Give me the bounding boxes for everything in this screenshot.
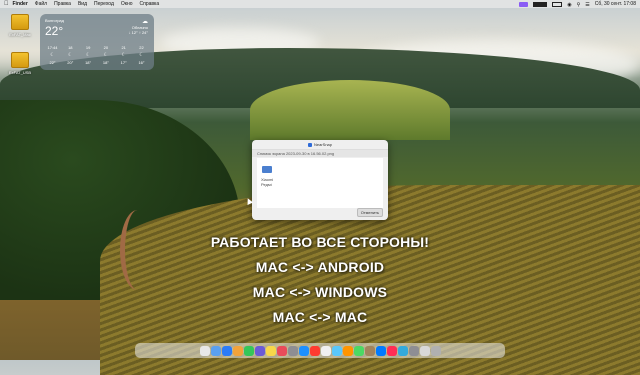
moon-icon: ☾ xyxy=(68,52,73,58)
menu-edit[interactable]: Правка xyxy=(54,1,71,7)
dock-app-icon[interactable] xyxy=(243,345,254,356)
dock-app-icon[interactable] xyxy=(364,345,375,356)
weather-hour: 19 ☾ 18° xyxy=(80,45,97,65)
dock-app-icon[interactable] xyxy=(419,345,430,356)
hour-time: 18 xyxy=(68,45,73,50)
dock-app-icon[interactable] xyxy=(331,345,342,356)
dock-app-icon[interactable] xyxy=(199,345,210,356)
hour-temp: 16° xyxy=(138,60,145,65)
caption-line: РАБОТАЕТ ВО ВСЕ СТОРОНЫ! xyxy=(210,234,430,250)
control-center-icon[interactable]: ☰ xyxy=(585,2,589,8)
weather-hour: 21 ☾ 17° xyxy=(115,45,132,65)
apple-menu-icon[interactable]:  xyxy=(4,1,9,7)
weather-hour: 22 ☾ 16° xyxy=(133,45,150,65)
dock-app-icon[interactable] xyxy=(408,345,419,356)
weather-hour: 20 ☾ 18° xyxy=(97,45,114,65)
green-hill xyxy=(250,80,450,140)
cancel-button[interactable]: Отменить xyxy=(356,208,383,217)
dock-app-icon[interactable] xyxy=(353,345,364,356)
hour-temp: 18° xyxy=(102,60,109,65)
drive-icon xyxy=(11,14,29,30)
moon-icon: ☾ xyxy=(103,52,109,58)
hour-temp: 20° xyxy=(67,60,74,65)
cloud-icon: ☁ xyxy=(142,19,148,25)
menubar-clock[interactable]: Сб, 30 сент. 17:08 xyxy=(595,1,636,7)
dirt-road xyxy=(120,210,155,290)
weather-condition: ☁ Облачно ↓ 12° ↑ 24° xyxy=(129,18,148,35)
moon-icon: ☾ xyxy=(121,52,126,58)
desktop-drive-exfat-mac[interactable]: ExFAT_Mac xyxy=(2,14,38,37)
menu-help[interactable]: Справка xyxy=(140,1,160,7)
menu-window[interactable]: Окно xyxy=(121,1,133,7)
hour-temp: 17° xyxy=(120,60,127,65)
menu-app-finder[interactable]: Finder xyxy=(13,1,28,7)
hour-time: 20 xyxy=(103,45,109,50)
shared-file-name: Снимок экрана 2023-09-30 в 16.56.02.png xyxy=(252,150,388,157)
device-icon xyxy=(262,166,272,173)
dock-app-icon[interactable] xyxy=(232,345,243,356)
menu-view[interactable]: Вид xyxy=(78,1,87,7)
moon-icon: ☾ xyxy=(50,52,55,58)
dock-app-icon[interactable] xyxy=(254,345,265,356)
caption-line: MAC <-> MAC xyxy=(272,309,368,325)
dock-app-icon[interactable] xyxy=(265,345,276,356)
search-icon[interactable]: ⚲ xyxy=(577,2,581,8)
nearsnap-window: NearSnap Снимок экрана 2023-09-30 в 16.5… xyxy=(252,140,388,220)
menu-file[interactable]: Файл xyxy=(35,1,47,7)
window-title-bar[interactable]: NearSnap xyxy=(252,140,388,150)
hour-temp: 18° xyxy=(85,60,92,65)
weather-hour: 18 ☾ 20° xyxy=(62,45,79,65)
weather-hour: 17:44 ☾ 22° xyxy=(44,45,61,65)
weather-city: Волгоград xyxy=(45,18,64,23)
device-list: Xiaomi Редмі xyxy=(257,158,383,208)
dock-app-icon[interactable] xyxy=(397,345,408,356)
dock-app-icon[interactable] xyxy=(375,345,386,356)
hour-time: 22 xyxy=(139,45,144,50)
caption-line: MAC <-> ANDROID xyxy=(255,259,385,275)
menu-go[interactable]: Переход xyxy=(94,1,114,7)
desktop-drive-exfat-usb[interactable]: ExFAT_USB xyxy=(2,52,38,75)
window-title: NearSnap xyxy=(313,142,332,147)
dock xyxy=(135,343,505,358)
weather-hourly: 17:44 ☾ 22° 18 ☾ 20° 19 ☾ 18° 20 ☾ 18° 21 ☾ 17° 22… xyxy=(44,45,150,65)
dock-app-icon[interactable] xyxy=(276,345,287,356)
status-item-icon[interactable] xyxy=(533,1,548,7)
desktop-icon-label: ExFAT_Mac xyxy=(9,32,31,37)
moon-icon: ☾ xyxy=(139,52,144,58)
hour-time: 17:44 xyxy=(47,45,58,50)
device-name-line: Редмі xyxy=(261,182,272,187)
dock-app-icon[interactable] xyxy=(386,345,397,356)
hour-time: 19 xyxy=(85,45,91,50)
dock-app-icon[interactable] xyxy=(298,345,309,356)
nearsnap-app-icon xyxy=(307,142,312,147)
weather-widget[interactable]: Волгоград 22° ☁ Облачно ↓ 12° ↑ 24° 17:4… xyxy=(40,14,154,70)
caption-line: MAC <-> WINDOWS xyxy=(252,284,388,300)
dock-app-icon[interactable] xyxy=(287,345,298,356)
dock-app-icon[interactable] xyxy=(320,345,331,356)
hour-temp: 22° xyxy=(49,60,56,65)
dock-app-icon[interactable] xyxy=(309,345,320,356)
hour-time: 21 xyxy=(121,45,126,50)
weather-range: ↓ 12° ↑ 24° xyxy=(128,30,148,35)
weather-temperature: 22° xyxy=(45,24,64,38)
drive-icon xyxy=(11,52,29,68)
device-name: Xiaomi Редмі xyxy=(261,177,273,187)
dock-app-icon[interactable] xyxy=(342,345,353,356)
dock-app-icon[interactable] xyxy=(430,345,441,356)
dock-app-icon[interactable] xyxy=(210,345,221,356)
battery-icon[interactable] xyxy=(552,1,563,7)
moon-icon: ☾ xyxy=(85,52,91,58)
desktop-icon-label: ExFAT_USB xyxy=(8,70,32,75)
status-menus: ◉ ⚲ ☰ Сб, 30 сент. 17:08 xyxy=(519,1,636,8)
screen-recording-icon[interactable] xyxy=(519,1,529,7)
wifi-icon[interactable]: ◉ xyxy=(567,2,571,8)
dock-app-icon[interactable] xyxy=(221,345,232,356)
menu-bar:  Finder Файл Правка Вид Переход Окно Сп… xyxy=(0,0,640,8)
